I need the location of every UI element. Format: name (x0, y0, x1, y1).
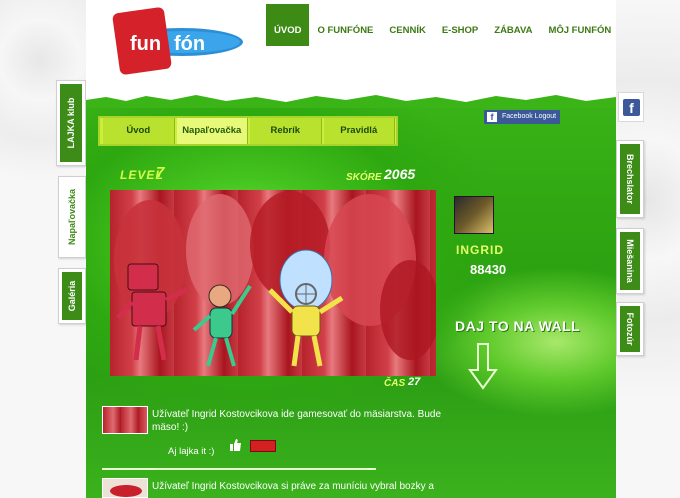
logo-text-fun: fun (130, 33, 161, 55)
logo-text-fon: fón (174, 33, 205, 55)
lips-icon (110, 485, 142, 497)
tab-uvod[interactable]: Úvod (103, 118, 175, 144)
post-to-wall-button[interactable]: DAJ TO NA WALL (455, 318, 580, 334)
nav-item-o-funfone[interactable]: O FUNFÓNE (309, 4, 381, 46)
lajka-klub-label: LAJKA klub (66, 97, 76, 149)
sidebar-tab-brechslator[interactable]: Brechslator (616, 140, 644, 218)
feed-thumbnail (102, 478, 148, 498)
time-label: ČAS (384, 378, 406, 389)
sidebar-tab-fotozur[interactable]: Fotozúr (616, 302, 644, 356)
feed-text: Užívateľ Ingrid Kostovcikova si práve za… (152, 481, 434, 492)
arrow-down-icon (468, 343, 498, 390)
brechslator-label: Brechslator (625, 153, 635, 205)
tab-pravidla[interactable]: Pravidlá (323, 118, 395, 144)
main-nav: ÚVOD O FUNFÓNE CENNÍK E-SHOP ZÁBAVA MÔJ … (266, 4, 619, 46)
level-value: 7 (156, 164, 165, 181)
player-avatar (454, 196, 494, 234)
tab-napalovacka[interactable]: Napaľovačka (176, 118, 248, 144)
feed-thumbnail (102, 406, 148, 434)
badge-icon[interactable] (250, 440, 276, 452)
tab-rebrik[interactable]: Rebrík (250, 118, 322, 144)
sidebar-tab-napalovacka[interactable]: Napaľovačka (58, 176, 86, 258)
feed-item: Užívateľ Ingrid Kostovcikova si práve za… (102, 478, 442, 498)
torn-edge (86, 92, 616, 108)
game-scene-illustration (114, 191, 436, 367)
player-score: 88430 (470, 262, 507, 277)
facebook-icon-button[interactable]: f (618, 92, 644, 122)
feed-item: Užívateľ Ingrid Kostovcikova ide gamesov… (102, 406, 442, 458)
score-value: 2065 (384, 166, 416, 182)
player-name: INGRID (456, 243, 504, 257)
time-value: 27 (408, 376, 421, 388)
facebook-logout-button[interactable]: f Facebook Logout (484, 110, 561, 124)
funfon-logo[interactable]: fun fón (104, 4, 246, 78)
thumbs-up-icon[interactable] (228, 438, 242, 452)
feed-text: Užívateľ Ingrid Kostovcikova ide gamesov… (152, 409, 442, 433)
sidebar-tab-lajka-klub[interactable]: LAJKA klub (56, 80, 86, 166)
facebook-logout-label: Facebook Logout (502, 113, 557, 120)
fotozur-label: Fotozúr (625, 312, 635, 346)
nav-item-zabava[interactable]: ZÁBAVA (486, 4, 540, 46)
page: fun fón ÚVOD O FUNFÓNE CENNÍK E-SHOP ZÁB… (86, 0, 616, 498)
like-text: Aj lajka it :) (168, 446, 215, 457)
facebook-icon: f (623, 99, 640, 116)
header: fun fón ÚVOD O FUNFÓNE CENNÍK E-SHOP ZÁB… (86, 0, 616, 94)
facebook-icon: f (487, 112, 497, 122)
score-label: SKÓRE (346, 172, 382, 183)
game-scene[interactable] (110, 190, 436, 376)
nav-item-moj-funfon[interactable]: MÔJ FUNFÓN (540, 4, 619, 46)
nav-item-cennik[interactable]: CENNÍK (381, 4, 433, 46)
feed-divider (102, 468, 376, 470)
game-tabs: Úvod Napaľovačka Rebrík Pravidlá (98, 116, 398, 146)
nav-item-e-shop[interactable]: E-SHOP (434, 4, 486, 46)
nav-item-uvod[interactable]: ÚVOD (266, 4, 310, 46)
sidebar-tab-miesanina[interactable]: Miešanina (616, 228, 644, 294)
sidebar-tab-galeria[interactable]: Galéria (58, 268, 86, 324)
galeria-label: Galéria (67, 280, 77, 312)
miesanina-label: Miešanina (625, 239, 635, 283)
napalovacka-label: Napaľovačka (67, 189, 77, 245)
